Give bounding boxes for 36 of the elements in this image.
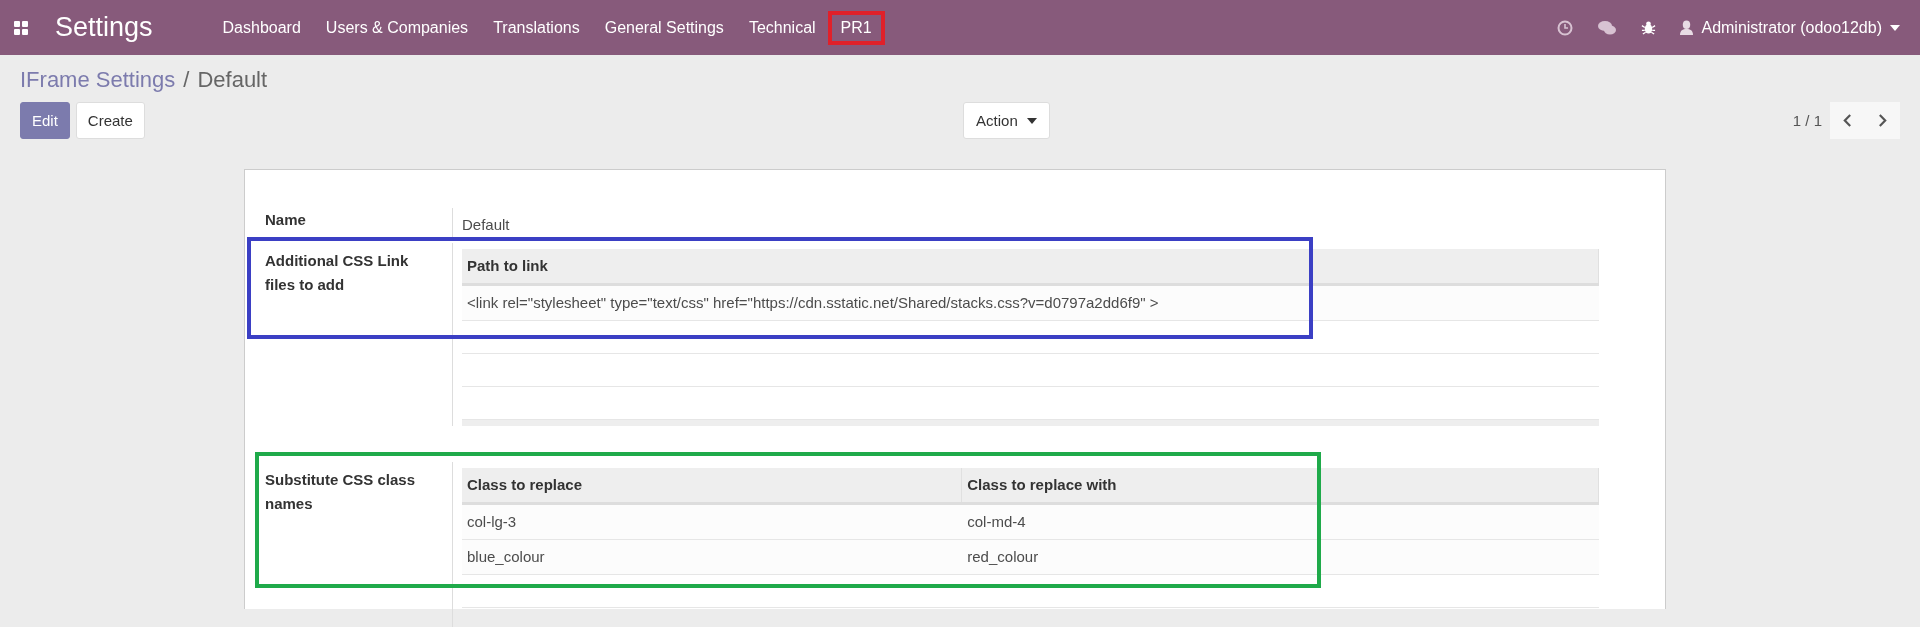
table-cell-text: col-md-4 <box>966 512 1027 532</box>
column-header[interactable]: Class to replace <box>462 468 963 502</box>
user-name: Administrator (odoo12db) <box>1701 18 1882 37</box>
action-dropdown-button[interactable]: Action <box>963 102 1050 139</box>
menu-item[interactable]: Translations <box>483 10 590 45</box>
menu-item[interactable]: Dashboard <box>212 10 311 45</box>
apps-grid-icon[interactable] <box>14 20 28 35</box>
breadcrumb-separator: / <box>183 67 190 93</box>
bug-icon[interactable] <box>1641 20 1657 35</box>
menu-item[interactable]: PR1 <box>830 10 882 45</box>
menu-item[interactable]: Users & Companies <box>315 10 479 45</box>
table-cell-text: blue_colour <box>466 547 546 567</box>
chat-bubbles-icon[interactable] <box>1597 19 1618 36</box>
breadcrumb-current: Default <box>197 67 268 93</box>
clock-icon[interactable] <box>1557 19 1574 36</box>
caret-down-icon <box>1026 117 1037 124</box>
user-menu[interactable]: Administrator (odoo12db) <box>1680 18 1900 37</box>
pager-counter: 1 / 1 <box>1792 112 1822 129</box>
caret-down-icon <box>1890 24 1900 31</box>
create-button[interactable]: Create <box>75 102 145 139</box>
user-silhouette-icon <box>1680 20 1694 35</box>
column-header[interactable]: Class to replace with <box>962 468 1599 502</box>
menu-item[interactable]: General Settings <box>594 10 734 45</box>
table-cell-text: red_colour <box>966 547 1040 567</box>
chevron-right-icon <box>1878 114 1887 127</box>
field-label: Substitute CSS class names <box>265 462 453 627</box>
field-value: Default <box>462 215 510 235</box>
table-cell-text: col-lg-3 <box>466 512 518 532</box>
field-label: Name <box>265 208 453 237</box>
field-label: Additional CSS Link files to add <box>265 243 453 426</box>
table-cell-text: <link rel="stylesheet" type="text/css" href="https://cdn.sstatic.net/Shared/stacks.css?v=d0797a2dd6f9" > <box>466 293 1160 313</box>
chevron-left-icon <box>1843 114 1852 127</box>
edit-button[interactable]: Edit <box>20 102 70 139</box>
menu-item[interactable]: Technical <box>738 10 826 45</box>
breadcrumb-link[interactable]: IFrame Settings <box>20 67 176 93</box>
app-title: Settings <box>55 12 153 43</box>
